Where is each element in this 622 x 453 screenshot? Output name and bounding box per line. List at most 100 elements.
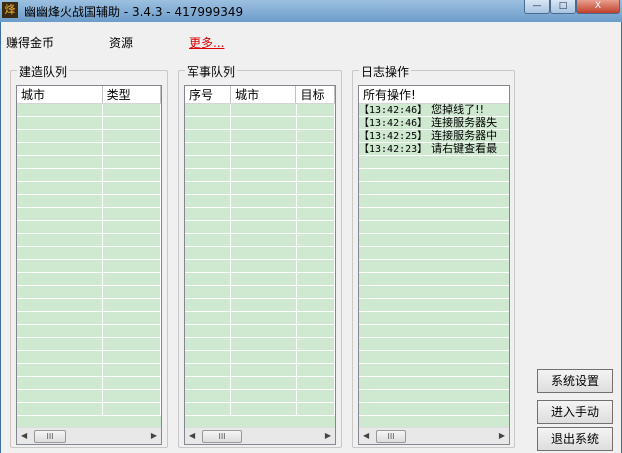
table-row[interactable]: [359, 286, 509, 299]
horizontal-scrollbar[interactable]: ◀ III ▶: [185, 427, 335, 444]
table-row[interactable]: [185, 390, 335, 403]
table-row[interactable]: [185, 260, 335, 273]
table-row[interactable]: [359, 273, 509, 286]
table-cell: [185, 182, 232, 194]
table-row[interactable]: [185, 364, 335, 377]
table-row[interactable]: [17, 338, 161, 351]
table-row[interactable]: [359, 195, 509, 208]
more-link[interactable]: 更多...: [189, 34, 224, 51]
table-row[interactable]: [359, 221, 509, 234]
military-queue-list[interactable]: 序号 城市 目标 ◀ III ▶: [184, 85, 336, 445]
table-row[interactable]: [17, 247, 161, 260]
table-row[interactable]: [359, 325, 509, 338]
table-row[interactable]: [359, 351, 509, 364]
column-header[interactable]: 城市: [231, 86, 297, 103]
table-row[interactable]: [17, 260, 161, 273]
system-settings-button[interactable]: 系统设置: [537, 369, 613, 393]
enter-manual-button[interactable]: 进入手动: [537, 400, 613, 424]
scroll-right-icon[interactable]: ▶: [499, 431, 505, 440]
table-row[interactable]: [185, 169, 335, 182]
table-row[interactable]: [185, 325, 335, 338]
table-row[interactable]: [359, 299, 509, 312]
table-row[interactable]: [359, 234, 509, 247]
column-header[interactable]: 所有操作!: [359, 86, 509, 103]
table-row[interactable]: [185, 156, 335, 169]
table-row[interactable]: [17, 273, 161, 286]
horizontal-scrollbar[interactable]: ◀ III ▶: [17, 427, 161, 444]
table-row[interactable]: [185, 182, 335, 195]
table-row[interactable]: [185, 377, 335, 390]
column-header[interactable]: 类型: [103, 86, 161, 103]
horizontal-scrollbar[interactable]: ◀ III ▶: [359, 427, 509, 444]
maximize-button[interactable]: □: [550, 0, 576, 14]
build-queue-list[interactable]: 城市 类型 ◀ III ▶: [16, 85, 162, 445]
table-row[interactable]: 【13:42:23】 请右键查看最: [359, 143, 509, 156]
table-row[interactable]: [185, 130, 335, 143]
table-row[interactable]: [17, 195, 161, 208]
table-row[interactable]: [185, 143, 335, 156]
scroll-right-icon[interactable]: ▶: [325, 431, 331, 440]
table-row[interactable]: [17, 377, 161, 390]
table-row[interactable]: [185, 312, 335, 325]
scroll-thumb[interactable]: III: [202, 430, 242, 443]
table-row[interactable]: [17, 390, 161, 403]
table-row[interactable]: [359, 338, 509, 351]
exit-system-button[interactable]: 退出系统: [537, 427, 613, 451]
table-row[interactable]: [17, 403, 161, 416]
column-header[interactable]: 序号: [185, 86, 232, 103]
table-row[interactable]: [185, 234, 335, 247]
scroll-right-icon[interactable]: ▶: [151, 431, 157, 440]
table-row[interactable]: [185, 104, 335, 117]
table-row[interactable]: [185, 403, 335, 416]
column-header[interactable]: 城市: [17, 86, 103, 103]
table-row[interactable]: [185, 195, 335, 208]
scroll-left-icon[interactable]: ◀: [189, 431, 195, 440]
log-list[interactable]: 所有操作! 【13:42:46】 您掉线了!! 【13:42:46】 连接服务器失 【1…: [358, 85, 510, 445]
table-row[interactable]: [17, 208, 161, 221]
table-row[interactable]: [17, 130, 161, 143]
table-row[interactable]: [17, 351, 161, 364]
table-row[interactable]: [359, 377, 509, 390]
table-row[interactable]: [185, 338, 335, 351]
table-row[interactable]: [17, 143, 161, 156]
table-row[interactable]: [359, 169, 509, 182]
scroll-thumb[interactable]: III: [34, 430, 66, 443]
table-row[interactable]: [359, 260, 509, 273]
table-row[interactable]: [17, 156, 161, 169]
minimize-button[interactable]: —: [524, 0, 550, 14]
table-row[interactable]: [17, 169, 161, 182]
table-row[interactable]: [359, 390, 509, 403]
scroll-left-icon[interactable]: ◀: [21, 431, 27, 440]
table-row[interactable]: [359, 156, 509, 169]
table-row[interactable]: [359, 312, 509, 325]
column-header[interactable]: 目标: [296, 86, 335, 103]
table-row[interactable]: [17, 312, 161, 325]
table-row[interactable]: [359, 182, 509, 195]
table-row[interactable]: [17, 234, 161, 247]
table-row[interactable]: [17, 299, 161, 312]
table-row[interactable]: [185, 221, 335, 234]
table-row[interactable]: [359, 364, 509, 377]
table-row[interactable]: [17, 221, 161, 234]
table-row[interactable]: [17, 117, 161, 130]
table-row[interactable]: [185, 208, 335, 221]
table-row[interactable]: [359, 247, 509, 260]
table-row[interactable]: [359, 208, 509, 221]
table-row[interactable]: [185, 351, 335, 364]
scroll-thumb[interactable]: III: [376, 430, 406, 443]
table-row[interactable]: [17, 182, 161, 195]
table-cell: [231, 195, 297, 207]
scroll-left-icon[interactable]: ◀: [363, 431, 369, 440]
table-row[interactable]: [17, 104, 161, 117]
table-row[interactable]: [185, 299, 335, 312]
table-row[interactable]: [185, 286, 335, 299]
close-button[interactable]: X: [576, 0, 620, 14]
table-row[interactable]: [17, 286, 161, 299]
table-row[interactable]: [185, 247, 335, 260]
list-header: 序号 城市 目标: [185, 86, 335, 104]
table-row[interactable]: [17, 364, 161, 377]
table-row[interactable]: [359, 403, 509, 416]
table-row[interactable]: [185, 273, 335, 286]
table-row[interactable]: [185, 117, 335, 130]
table-row[interactable]: [17, 325, 161, 338]
